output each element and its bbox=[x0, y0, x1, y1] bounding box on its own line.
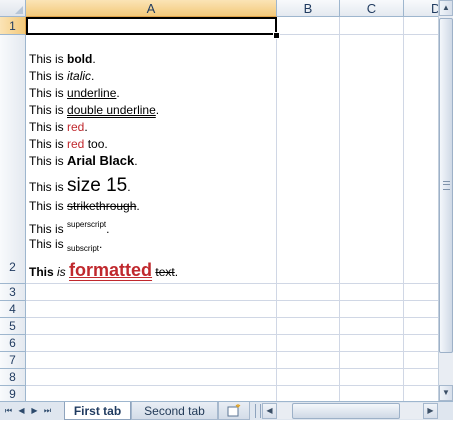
horizontal-scrollbar[interactable]: ◀ ▶ bbox=[262, 403, 438, 419]
active-cell-a1[interactable] bbox=[26, 17, 277, 35]
column-header-b[interactable]: B bbox=[277, 0, 340, 17]
vertical-scroll-thumb[interactable] bbox=[439, 18, 453, 353]
tab-second-tab[interactable]: Second tab bbox=[131, 402, 218, 420]
row-header-3[interactable]: 3 bbox=[0, 284, 26, 301]
gridline bbox=[26, 317, 438, 318]
row-header-5[interactable]: 5 bbox=[0, 318, 26, 335]
gridline bbox=[403, 17, 404, 401]
row-header-9[interactable]: 9 bbox=[0, 386, 26, 401]
row-header-2[interactable]: 2 bbox=[0, 35, 26, 284]
row-header-1[interactable]: 1 bbox=[0, 17, 26, 35]
row-header-6[interactable]: 6 bbox=[0, 335, 26, 352]
gridline bbox=[276, 17, 277, 401]
prev-sheet-nav-icon[interactable]: ◀ bbox=[16, 404, 27, 417]
line-red: This is red. bbox=[29, 120, 88, 134]
gridline bbox=[26, 283, 438, 284]
gridline bbox=[26, 300, 438, 301]
row-header-8[interactable]: 8 bbox=[0, 369, 26, 386]
line-underline: This is underline. bbox=[29, 86, 120, 100]
gridline bbox=[26, 334, 438, 335]
line-superscript: This is superscript. bbox=[29, 220, 110, 236]
column-header-c[interactable]: C bbox=[340, 0, 404, 17]
row-header-7[interactable]: 7 bbox=[0, 352, 26, 369]
gridline bbox=[26, 368, 438, 369]
scroll-down-arrow-icon[interactable]: ▼ bbox=[439, 385, 453, 401]
gridline bbox=[339, 17, 340, 401]
column-header-a[interactable]: A bbox=[26, 0, 277, 17]
insert-sheet-tab[interactable] bbox=[218, 402, 250, 420]
line-strikethrough: This is strikethrough. bbox=[29, 199, 140, 213]
line-arial-black: This is Arial Black. bbox=[29, 153, 138, 169]
gridline bbox=[26, 385, 438, 386]
scroll-up-arrow-icon[interactable]: ▲ bbox=[439, 0, 453, 16]
spreadsheet-grid[interactable]: A B C D 1 2 3 4 5 6 7 8 9 This is bold. … bbox=[0, 0, 438, 401]
row-header-4[interactable]: 4 bbox=[0, 301, 26, 318]
horizontal-scroll-thumb[interactable] bbox=[292, 403, 400, 419]
tab-first-tab[interactable]: First tab bbox=[64, 402, 131, 420]
fill-handle[interactable] bbox=[273, 32, 280, 39]
insert-sheet-icon bbox=[227, 404, 241, 417]
line-italic: This is italic. bbox=[29, 69, 95, 83]
sheet-tab-bar: ⏮ ◀ ▶ ⏭ First tab Second tab ◀ ▶ bbox=[0, 401, 453, 420]
vertical-scrollbar[interactable]: ▲ ▼ bbox=[438, 0, 453, 401]
gridline bbox=[26, 351, 438, 352]
line-double-underline: This is double underline. bbox=[29, 103, 160, 117]
line-subscript: This is subscript. bbox=[29, 237, 103, 253]
line-bold: This is bold. bbox=[29, 52, 96, 66]
next-sheet-nav-icon[interactable]: ▶ bbox=[29, 404, 40, 417]
scroll-right-arrow-icon[interactable]: ▶ bbox=[423, 403, 438, 419]
line-mixed-formatting: This is formatted text. bbox=[29, 260, 179, 280]
scroll-left-arrow-icon[interactable]: ◀ bbox=[262, 403, 277, 419]
column-header-d[interactable]: D bbox=[404, 0, 438, 17]
line-red-too: This is red too. bbox=[29, 137, 108, 151]
line-size-15: This is size 15. bbox=[29, 175, 131, 196]
last-sheet-nav-icon[interactable]: ⏭ bbox=[42, 404, 53, 417]
first-sheet-nav-icon[interactable]: ⏮ bbox=[3, 404, 14, 417]
select-all-corner[interactable] bbox=[0, 0, 26, 17]
grip-icon bbox=[443, 181, 450, 190]
tab-split-handle[interactable] bbox=[255, 404, 261, 418]
